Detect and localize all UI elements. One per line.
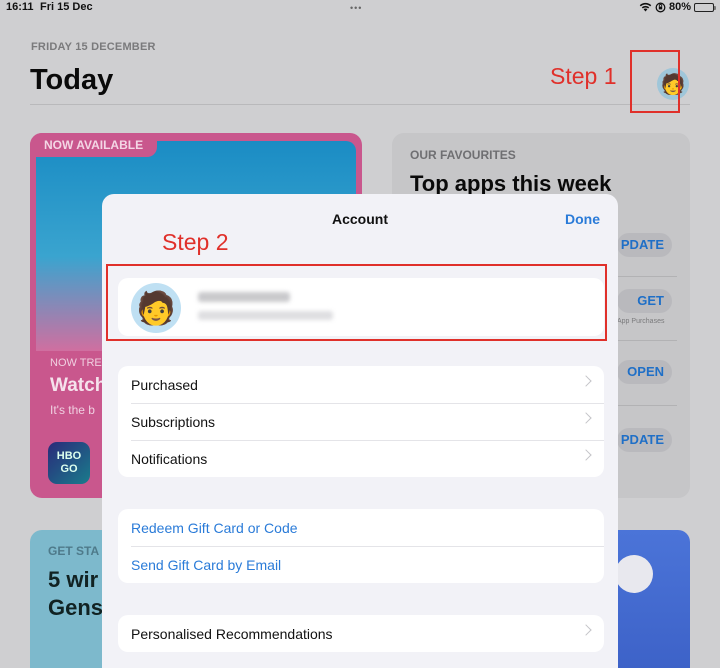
redeem-gift-card-link[interactable]: Redeem Gift Card or Code	[118, 509, 604, 546]
in-app-purchases-label: App Purchases	[617, 318, 665, 325]
done-button[interactable]: Done	[565, 211, 600, 227]
subscriptions-row[interactable]: Subscriptions	[118, 403, 604, 440]
chevron-right-icon	[580, 624, 592, 636]
sheet-title: Account	[332, 211, 388, 227]
card-kicker: GET STA	[48, 544, 100, 558]
battery-percent: 80%	[668, 1, 691, 13]
personalised-recommendations-row[interactable]: Personalised Recommendations	[118, 615, 604, 652]
card-artwork	[615, 555, 653, 593]
app-icon-text-1: HBO	[56, 450, 82, 462]
app-icon-text-2: GO	[60, 463, 78, 475]
card-headline: Watch	[50, 375, 107, 396]
chevron-right-icon	[580, 449, 592, 461]
status-bar: 16:11 Fri 15 Dec ••• 80%	[0, 0, 720, 16]
step2-annotation: Step 2	[162, 229, 229, 255]
row-label: Subscriptions	[131, 413, 216, 430]
headline-line-1: 5 wir	[48, 567, 99, 592]
chevron-right-icon	[580, 412, 592, 424]
card-kicker: NOW TRE	[50, 357, 102, 369]
page-title: Today	[30, 64, 114, 96]
row-divider	[617, 405, 677, 406]
orientation-lock-icon	[655, 2, 666, 12]
wifi-icon	[639, 2, 652, 12]
send-gift-card-link[interactable]: Send Gift Card by Email	[118, 546, 604, 583]
purchased-row[interactable]: Purchased	[118, 366, 604, 403]
update-button[interactable]: PDATE	[617, 233, 672, 257]
battery-icon	[694, 2, 716, 12]
game-card[interactable]	[610, 530, 690, 668]
step1-highlight-box	[630, 50, 680, 113]
row-label: Redeem Gift Card or Code	[131, 519, 298, 536]
get-button[interactable]: GET	[617, 289, 672, 313]
recommendations-group: Personalised Recommendations	[118, 615, 604, 652]
status-right: 80%	[639, 1, 716, 13]
row-divider	[617, 276, 677, 277]
status-date: Fri 15 Dec	[40, 1, 93, 13]
row-divider	[617, 340, 677, 341]
open-button[interactable]: OPEN	[617, 360, 672, 384]
card-headline: 5 wir Gens	[48, 566, 103, 622]
row-label: Notifications	[131, 450, 208, 467]
gift-card-group: Redeem Gift Card or Code Send Gift Card …	[118, 509, 604, 583]
card-tag: NOW AVAILABLE	[30, 133, 158, 157]
date-label: FRIDAY 15 DECEMBER	[31, 41, 156, 53]
status-time: 16:11	[6, 1, 34, 13]
update-button[interactable]: PDATE	[617, 428, 672, 452]
card-kicker: OUR FAVOURITES	[410, 148, 516, 162]
multitasking-dots[interactable]: •••	[350, 3, 362, 13]
row-label: Send Gift Card by Email	[131, 556, 282, 573]
account-options-group: Purchased Subscriptions Notifications	[118, 366, 604, 477]
title-divider	[30, 104, 690, 105]
notifications-row[interactable]: Notifications	[118, 440, 604, 477]
hbo-go-app-icon[interactable]: HBO GO	[48, 442, 90, 484]
row-label: Personalised Recommendations	[131, 625, 333, 642]
card-description: It's the b	[50, 403, 95, 417]
headline-line-2: Gens	[48, 595, 104, 620]
chevron-right-icon	[580, 375, 592, 387]
step1-annotation: Step 1	[550, 63, 617, 89]
row-label: Purchased	[131, 376, 198, 393]
step2-highlight-box	[106, 264, 607, 341]
